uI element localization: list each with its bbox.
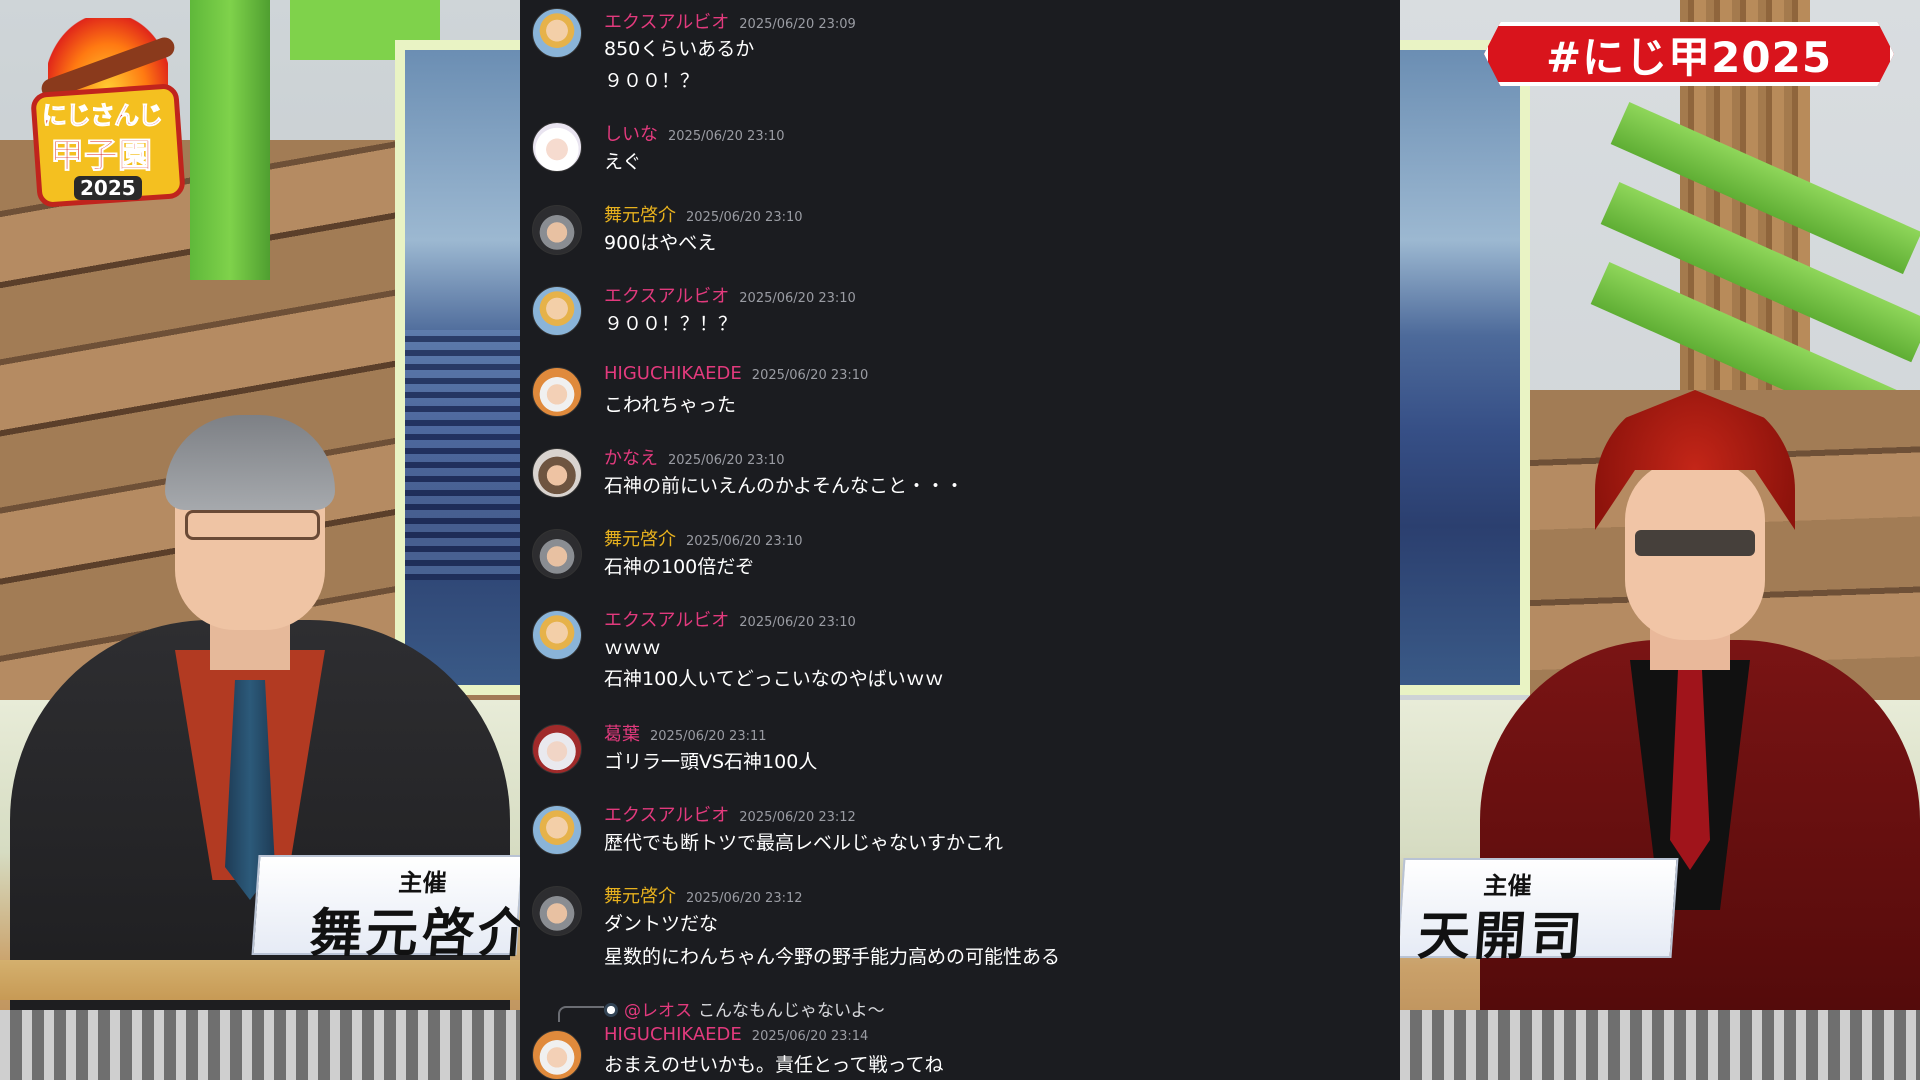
message-text: 900はやべえ — [604, 232, 717, 254]
logo-year: 2025 — [74, 176, 142, 200]
hashtag-banner: #にじ甲2025 — [1484, 22, 1894, 86]
reply-text: こんなもんじゃないよ～ — [698, 1001, 885, 1021]
user-avatar[interactable] — [532, 805, 582, 855]
reply-preview[interactable]: @レオス こんなもんじゃないよ～ — [604, 996, 885, 1021]
timestamp: 2025/06/20 23:10 — [739, 291, 856, 306]
user-avatar[interactable] — [532, 122, 582, 172]
reply-connector — [558, 1006, 604, 1022]
message-text: 歴代でも断トツで最高レベルじゃないすかこれ — [604, 832, 1004, 854]
username[interactable]: 舞元啓介 — [604, 886, 676, 907]
reply-username: @レオス — [624, 1001, 692, 1021]
host-right-sunglasses — [1635, 530, 1755, 556]
username[interactable]: 葛葉 — [604, 724, 640, 745]
host-left-name: 舞元啓介 — [307, 903, 520, 964]
message-text: おまえのせいかも。責任とって戦ってね — [604, 1054, 944, 1076]
username[interactable]: エクスアルビオ — [604, 286, 729, 307]
timestamp: 2025/06/20 23:11 — [650, 729, 767, 744]
timestamp: 2025/06/20 23:10 — [686, 534, 803, 549]
message-text: ｗｗｗ — [604, 637, 662, 659]
user-avatar[interactable] — [532, 1030, 582, 1080]
message-text: 石神の前にいえんのかよそんなこと・・・ — [604, 475, 965, 497]
stadium-stands — [405, 330, 520, 580]
username[interactable]: エクスアルビオ — [604, 12, 729, 33]
timestamp: 2025/06/20 23:12 — [686, 891, 803, 906]
message-text: こわれちゃった — [604, 394, 737, 416]
reply-avatar-icon — [604, 1003, 618, 1017]
user-avatar[interactable] — [532, 448, 582, 498]
username[interactable]: エクスアルビオ — [604, 610, 729, 631]
stadium-window — [1400, 40, 1530, 695]
username[interactable]: HIGUCHIKAEDE — [604, 1024, 742, 1045]
user-avatar[interactable] — [532, 886, 582, 936]
user-avatar[interactable] — [532, 286, 582, 336]
right-studio-scene: 主催 天開司 — [1400, 0, 1920, 1080]
desk-railing — [0, 1010, 520, 1080]
timestamp: 2025/06/20 23:12 — [739, 810, 856, 825]
username[interactable]: 舞元啓介 — [604, 205, 676, 226]
timestamp: 2025/06/20 23:10 — [739, 615, 856, 630]
message-text: 星数的にわんちゃん今野の野手能力高めの可能性ある — [604, 946, 1061, 968]
message-text: ９００！？ — [604, 70, 700, 92]
event-logo: にじさんじ 甲子園 2025 — [28, 18, 188, 209]
message-text: 850くらいあるか — [604, 38, 755, 60]
user-avatar[interactable] — [532, 367, 582, 417]
green-pillar — [190, 0, 270, 280]
username[interactable]: 舞元啓介 — [604, 529, 676, 550]
timestamp: 2025/06/20 23:09 — [739, 17, 856, 32]
user-avatar[interactable] — [532, 205, 582, 255]
message-text: 石神の100倍だぞ — [604, 556, 755, 578]
message-text: ゴリラ一頭VS石神100人 — [604, 751, 818, 773]
username[interactable]: かなえ — [604, 448, 658, 469]
user-avatar[interactable] — [532, 724, 582, 774]
timestamp: 2025/06/20 23:10 — [668, 129, 785, 144]
username[interactable]: エクスアルビオ — [604, 805, 729, 826]
chat-panel[interactable]: エクスアルビオ 2025/06/20 23:09 850くらいあるか ９００！？ … — [520, 0, 1400, 1080]
timestamp: 2025/06/20 23:10 — [668, 453, 785, 468]
message-text: 石神100人いてどっこいなのやばいｗｗ — [604, 668, 944, 690]
message-text: ９００！？！？ — [604, 313, 738, 335]
username[interactable]: しいな — [604, 124, 658, 145]
host-right-nameplate: 主催 天開司 — [1400, 858, 1679, 967]
username[interactable]: HIGUCHIKAEDE — [604, 363, 742, 384]
desk-edge — [0, 960, 520, 1000]
message-text: えぐ — [604, 151, 642, 173]
timestamp: 2025/06/20 23:10 — [686, 210, 803, 225]
logo-line2: 甲子園 — [50, 136, 153, 177]
message-text: ダントツだな — [604, 913, 719, 935]
host-right-name: 天開司 — [1415, 906, 1589, 967]
timestamp: 2025/06/20 23:10 — [751, 368, 869, 383]
logo-line1: にじさんじ — [41, 101, 163, 131]
user-avatar[interactable] — [532, 8, 582, 58]
green-lattice — [1590, 60, 1920, 451]
user-avatar[interactable] — [532, 529, 582, 579]
host-left-nameplate: 主催 舞元啓介 — [251, 855, 520, 964]
host-left-glasses — [185, 510, 320, 540]
hashtag-text: #にじ甲2025 — [1545, 32, 1833, 82]
desk-railing — [1400, 1010, 1920, 1080]
user-avatar[interactable] — [532, 610, 582, 660]
timestamp: 2025/06/20 23:14 — [751, 1029, 869, 1044]
